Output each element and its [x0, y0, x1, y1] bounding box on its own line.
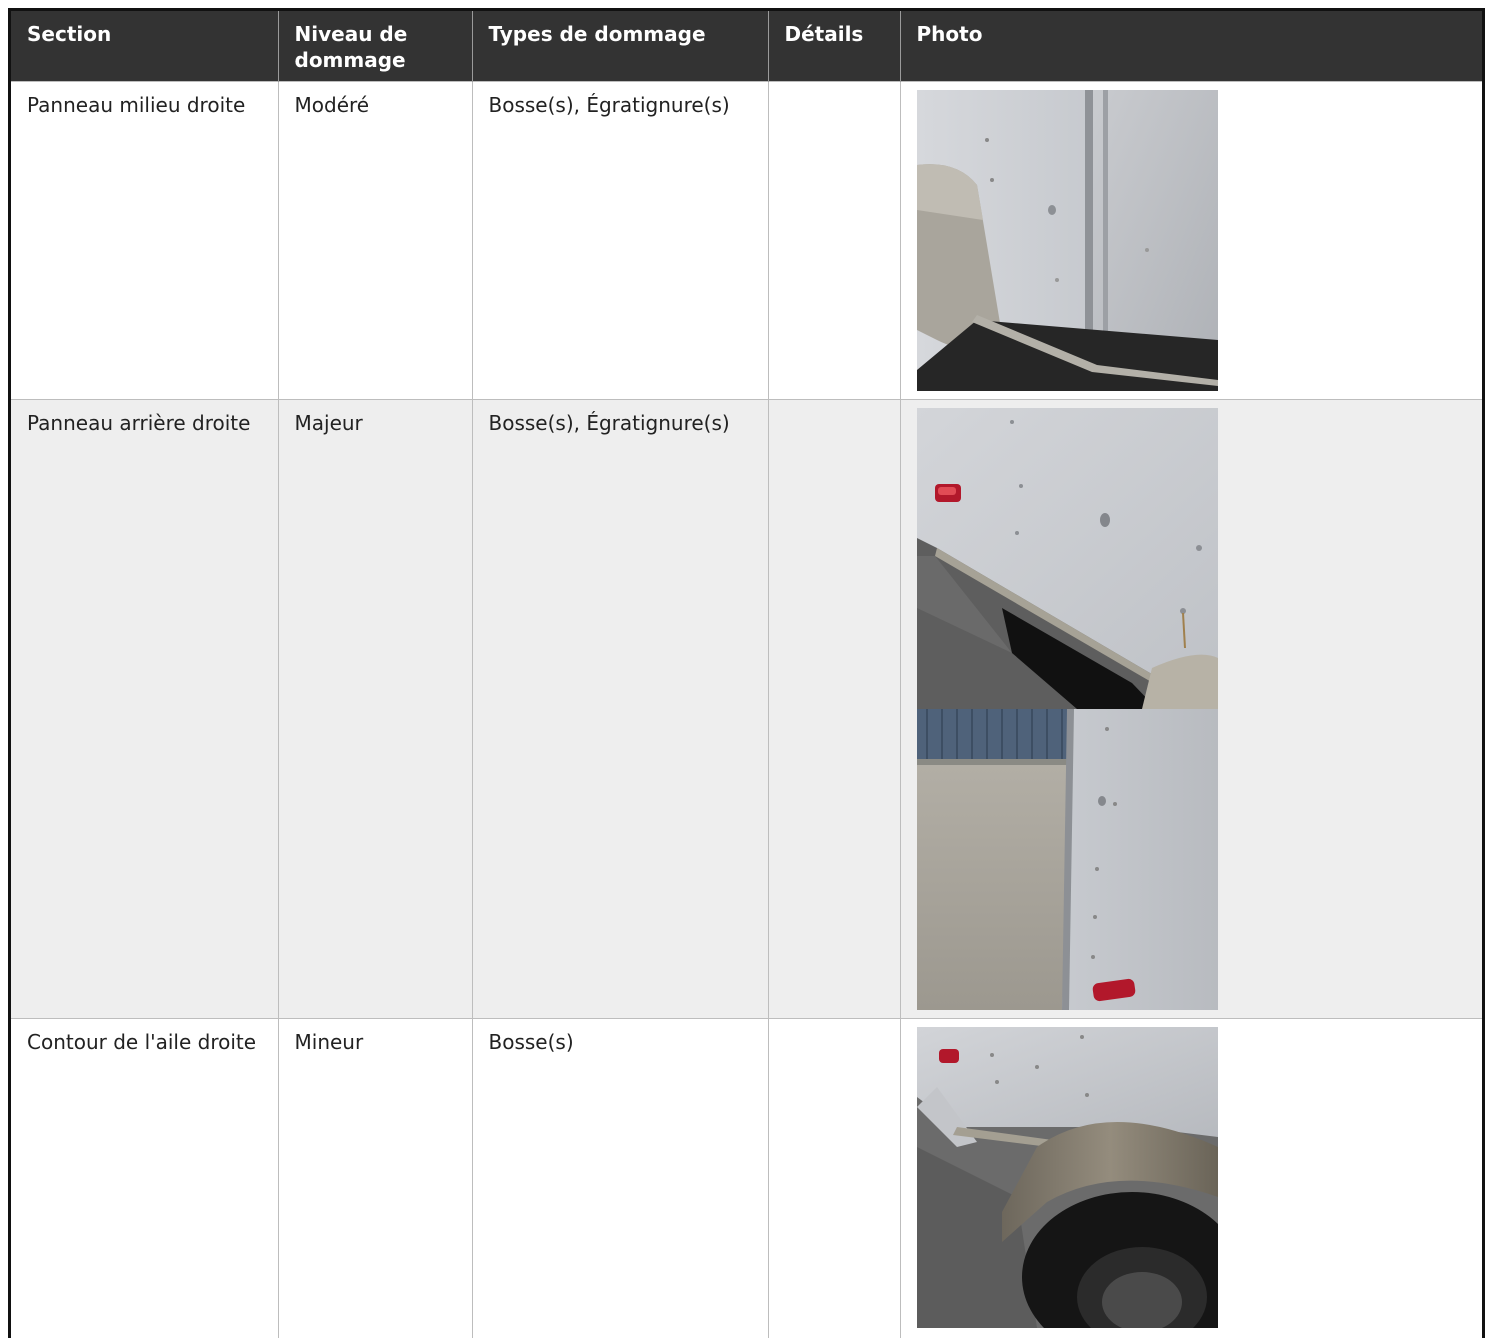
damage-table: Section Niveau de dommage Types de domma…: [11, 11, 1485, 1338]
cell-niveau: Majeur: [278, 400, 472, 1019]
cell-niveau: Modéré: [278, 82, 472, 400]
cell-section: Panneau arrière droite: [11, 400, 278, 1019]
header-details: Détails: [768, 11, 900, 82]
table-row: Panneau milieu droite Modéré Bosse(s), É…: [11, 82, 1485, 400]
photo-trailer-rear-panel-dents[interactable]: [917, 408, 1218, 709]
cell-details: [768, 82, 900, 400]
header-niveau: Niveau de dommage: [278, 11, 472, 82]
cell-details: [768, 1019, 900, 1338]
cell-section: Contour de l'aile droite: [11, 1019, 278, 1338]
cell-photo: [900, 1019, 1485, 1338]
damage-report-sheet: Section Niveau de dommage Types de domma…: [8, 8, 1485, 1338]
table-row: Contour de l'aile droite Mineur Bosse(s): [11, 1019, 1485, 1338]
photo-trailer-rear-corner-dents[interactable]: [917, 709, 1218, 1010]
cell-section: Panneau milieu droite: [11, 82, 278, 400]
cell-photo: [900, 400, 1485, 1019]
cell-photo: [900, 82, 1485, 400]
table-header-row: Section Niveau de dommage Types de domma…: [11, 11, 1485, 82]
cell-details: [768, 400, 900, 1019]
header-photo: Photo: [900, 11, 1485, 82]
photo-trailer-middle-panel-dents[interactable]: [917, 90, 1218, 391]
header-section: Section: [11, 11, 278, 82]
header-types: Types de dommage: [472, 11, 768, 82]
cell-types: Bosse(s), Égratignure(s): [472, 400, 768, 1019]
cell-types: Bosse(s): [472, 1019, 768, 1338]
cell-types: Bosse(s), Égratignure(s): [472, 82, 768, 400]
photo-trailer-fender-contour[interactable]: [917, 1027, 1218, 1328]
table-row: Panneau arrière droite Majeur Bosse(s), …: [11, 400, 1485, 1019]
cell-niveau: Mineur: [278, 1019, 472, 1338]
